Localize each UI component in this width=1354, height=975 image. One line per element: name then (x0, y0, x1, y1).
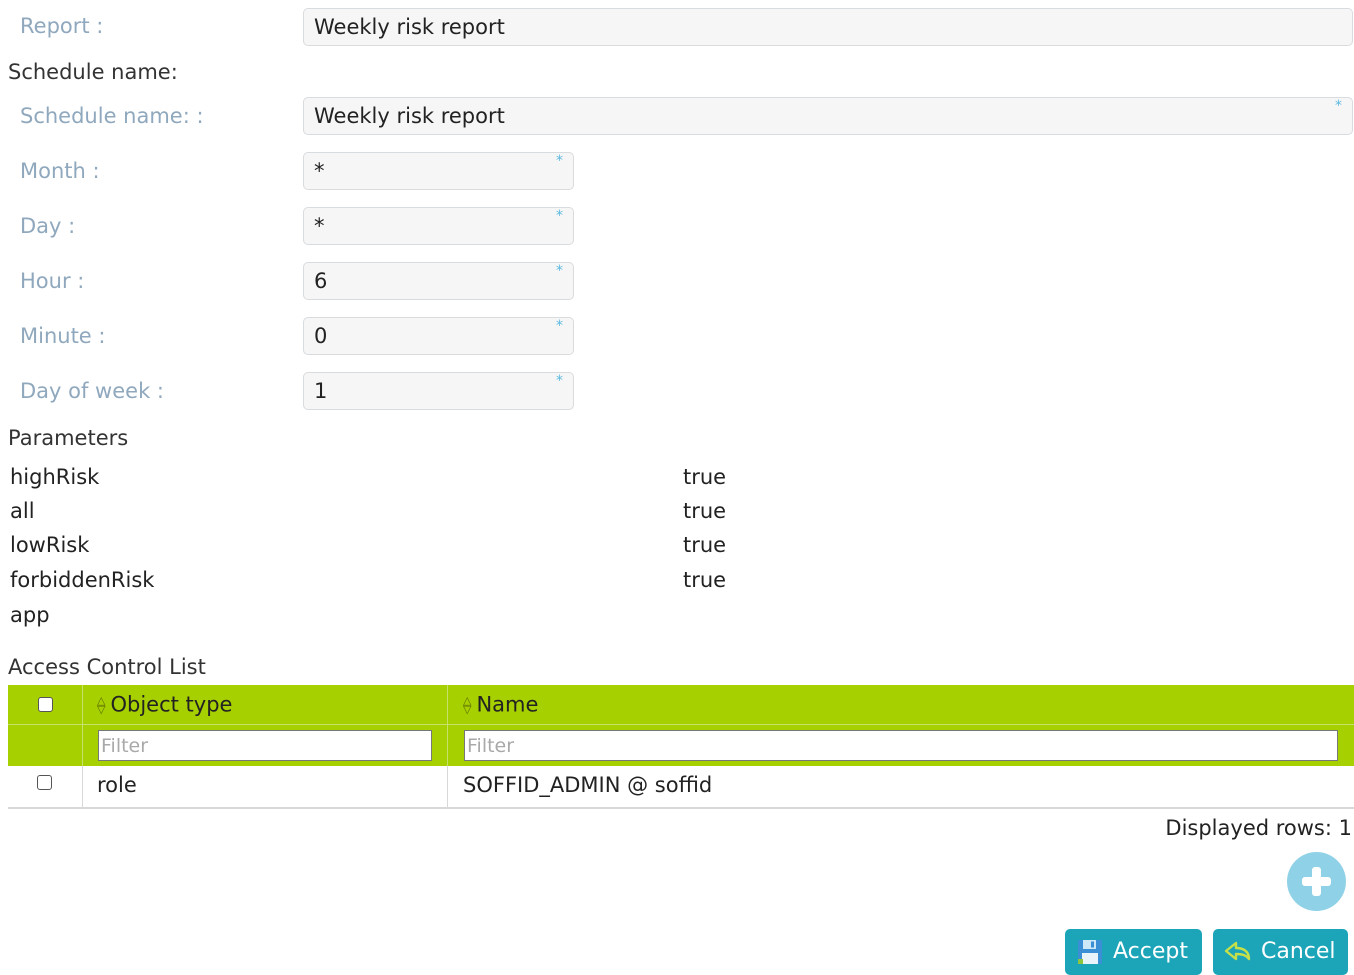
name-filter-input[interactable] (464, 730, 1338, 761)
table-row[interactable]: role SOFFID_ADMIN @ soffid (8, 766, 1354, 809)
minute-value: 0 (314, 324, 328, 348)
hour-field[interactable]: 6 * (303, 262, 574, 300)
schedule-name-field[interactable]: Weekly risk report * (303, 97, 1353, 135)
day-of-week-field[interactable]: 1 * (303, 372, 574, 410)
day-label: Day : (20, 214, 76, 238)
column-divider (82, 766, 83, 807)
required-marker: * (556, 208, 563, 224)
column-object-type[interactable]: △ ▽ Object type (97, 687, 232, 722)
schedule-section-title: Schedule name: (8, 60, 178, 84)
row-object-type: role (97, 773, 137, 797)
column-name-label: Name (476, 692, 539, 717)
param-value: true (683, 568, 727, 592)
column-object-type-label: Object type (110, 692, 233, 717)
param-value: true (683, 499, 727, 523)
object-type-filter-input[interactable] (98, 730, 432, 761)
param-name: forbiddenRisk (10, 568, 155, 592)
month-label: Month : (20, 159, 100, 183)
select-all-checkbox[interactable] (38, 697, 53, 712)
acl-filter-row (8, 725, 1354, 766)
required-marker: * (1335, 98, 1342, 114)
acl-title: Access Control List (8, 655, 206, 679)
required-marker: * (556, 153, 563, 169)
row-name: SOFFID_ADMIN @ soffid (463, 773, 713, 797)
sort-icon: △ ▽ (463, 694, 472, 716)
hour-label: Hour : (20, 269, 85, 293)
save-icon (1078, 940, 1102, 964)
param-name: highRisk (10, 465, 100, 489)
schedule-name-value: Weekly risk report (314, 104, 505, 128)
acl-header-row: △ ▽ Object type △ ▽ Name (8, 685, 1354, 724)
required-marker: * (556, 263, 563, 279)
month-value: * (314, 159, 325, 183)
sort-icon: △ ▽ (97, 694, 106, 716)
day-of-week-value: 1 (314, 379, 328, 403)
schedule-name-label: Schedule name: : (20, 104, 204, 128)
minute-field[interactable]: 0 * (303, 317, 574, 355)
day-of-week-label: Day of week : (20, 379, 164, 403)
accept-label: Accept (1113, 939, 1188, 964)
column-name[interactable]: △ ▽ Name (463, 687, 538, 722)
column-divider (447, 766, 448, 807)
displayed-rows: Displayed rows: 1 (1165, 816, 1352, 840)
report-label: Report : (20, 14, 104, 38)
header-divider (8, 724, 1354, 725)
add-button[interactable] (1287, 852, 1346, 911)
month-field[interactable]: * * (303, 152, 574, 190)
row-checkbox[interactable] (37, 775, 52, 790)
plus-circle-icon (1287, 852, 1346, 911)
param-name: app (10, 603, 50, 627)
param-value: true (683, 533, 727, 557)
parameters-title: Parameters (8, 426, 129, 450)
day-value: * (314, 214, 325, 238)
param-name: all (10, 499, 35, 523)
minute-label: Minute : (20, 324, 106, 348)
undo-arrow-icon (1224, 941, 1251, 961)
report-field[interactable]: Weekly risk report (303, 8, 1353, 46)
cancel-label: Cancel (1261, 939, 1336, 964)
day-field[interactable]: * * (303, 207, 574, 245)
required-marker: * (556, 373, 563, 389)
param-name: lowRisk (10, 533, 90, 557)
required-marker: * (556, 318, 563, 334)
param-value: true (683, 465, 727, 489)
accept-button[interactable]: Accept (1065, 929, 1202, 975)
cancel-button[interactable]: Cancel (1213, 929, 1348, 975)
hour-value: 6 (314, 269, 328, 293)
